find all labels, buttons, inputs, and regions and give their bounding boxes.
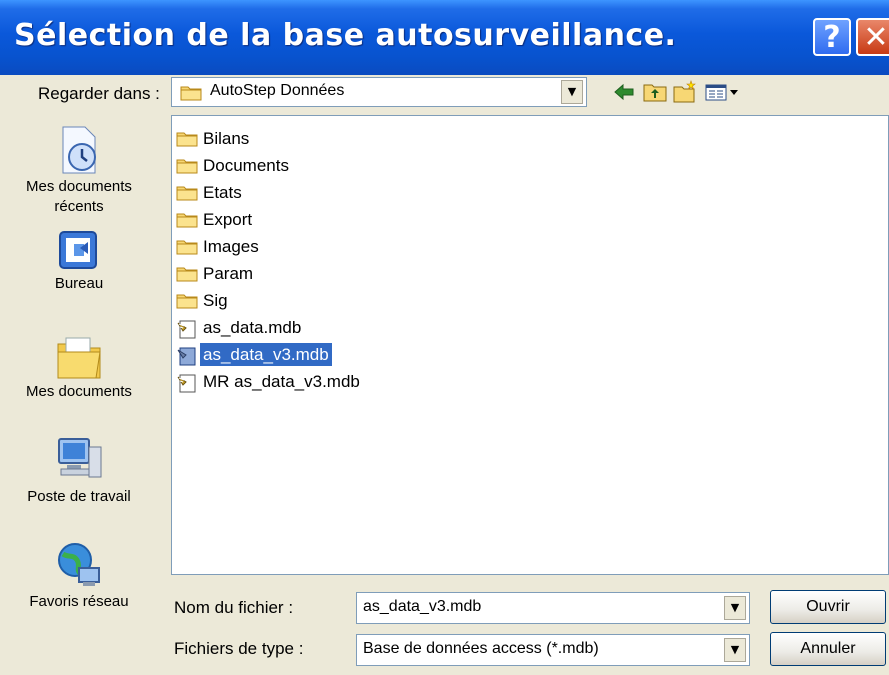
access-database-icon [176,373,198,397]
lookin-combobox[interactable]: AutoStep Données ▼ [171,77,587,107]
help-button[interactable]: ? [813,18,851,56]
desktop-icon [0,228,158,274]
place-my-documents[interactable]: Mes documents [0,330,158,402]
folder-icon [176,184,198,205]
dialog-title: Sélection de la base autosurveillance. [14,18,677,53]
folder-icon [180,84,202,105]
place-my-computer[interactable]: Poste de travail [0,435,158,507]
filename-dropdown-arrow[interactable]: ▼ [724,596,746,620]
folder-icon [176,238,198,259]
folder-icon [176,265,198,286]
my-documents-icon [0,330,158,382]
folder-icon [176,157,198,178]
view-menu-icon[interactable] [704,80,744,104]
access-database-icon [176,319,198,343]
lookin-label: Regarder dans : [38,84,160,103]
filetype-select[interactable]: Base de données access (*.mdb) ▼ [356,634,750,666]
file-name: Export [203,210,253,229]
folder-icon [176,292,198,313]
up-folder-icon[interactable] [642,80,668,104]
lookin-dropdown-arrow[interactable]: ▼ [561,80,583,104]
filetype-dropdown-arrow[interactable]: ▼ [724,638,746,662]
close-button[interactable]: ✕ [856,18,889,56]
place-network-places[interactable]: Favoris réseau [0,540,158,612]
place-label: Mes documents [26,383,132,400]
file-name: MR as_data_v3.mdb [203,372,360,391]
file-name: Sig [203,291,228,310]
file-list[interactable]: Bilans Documents Etats Export Images Par… [171,115,889,575]
network-places-icon [0,540,158,592]
file-open-dialog: Sélection de la base autosurveillance. ?… [0,0,889,675]
place-label: Poste de travail [27,488,131,505]
file-name: Etats [203,183,242,202]
place-recent-documents[interactable]: Mes documents récents [0,125,158,217]
folder-icon [176,211,198,232]
my-computer-icon [0,435,158,487]
access-database-icon [176,346,198,370]
file-name: Documents [203,156,289,175]
cancel-button[interactable]: Annuler [770,632,886,666]
file-name: as_data.mdb [203,318,302,337]
title-bar[interactable]: Sélection de la base autosurveillance. ?… [0,0,889,75]
filename-label: Nom du fichier : [174,598,294,617]
recent-documents-icon [0,125,158,177]
place-label: Favoris réseau [29,593,129,610]
filetype-value: Base de données access (*.mdb) [363,640,599,657]
file-name: as_data_v3.mdb [200,343,332,366]
lookin-value: AutoStep Données [210,82,345,99]
place-desktop[interactable]: Bureau [0,228,158,294]
filename-value: as_data_v3.mdb [363,598,482,615]
open-button[interactable]: Ouvrir [770,590,886,624]
place-label: Mes documents récents [26,178,132,215]
file-name: Param [203,264,254,283]
places-bar: Mes documents récents Bureau Mes documen… [0,115,158,645]
file-name: Bilans [203,129,250,148]
back-icon[interactable] [612,80,638,104]
filetype-label: Fichiers de type : [174,639,304,658]
place-label: Bureau [54,275,104,292]
folder-icon [176,130,198,151]
filename-input[interactable]: as_data_v3.mdb ▼ [356,592,750,624]
new-folder-icon[interactable] [672,80,698,104]
file-name: Images [203,237,259,256]
